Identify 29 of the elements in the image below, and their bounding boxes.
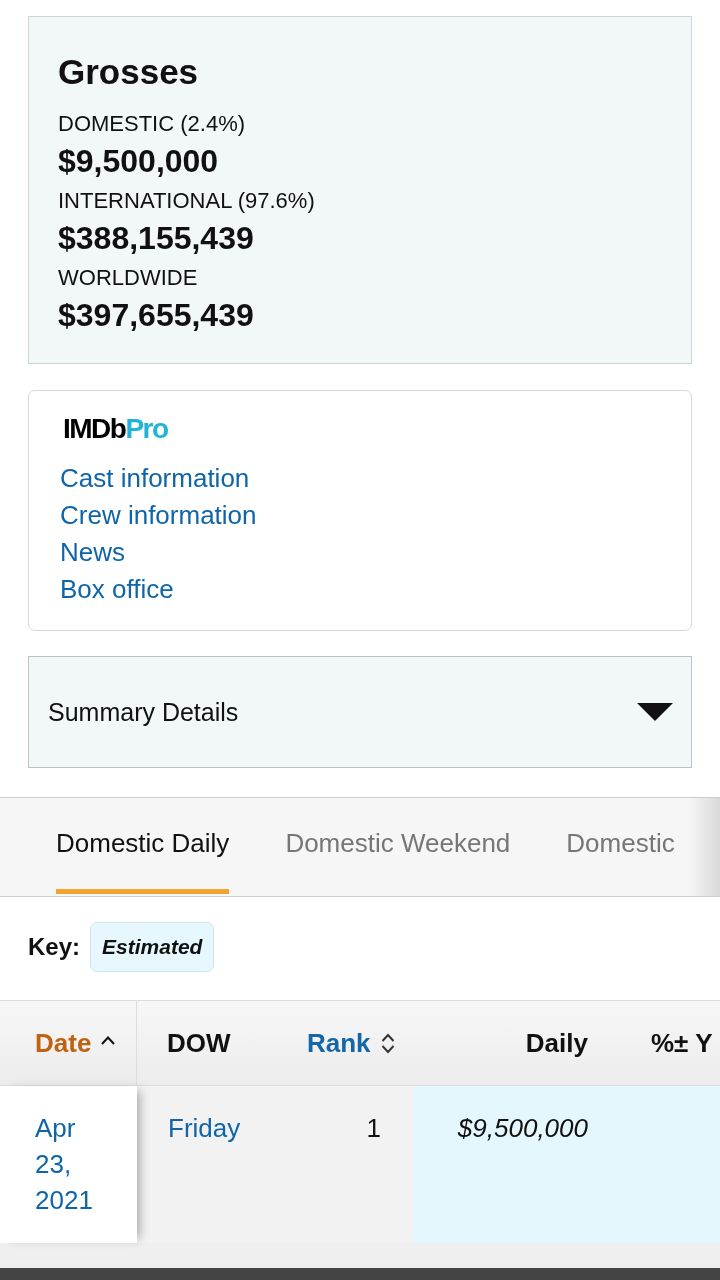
- column-header[interactable]: Rank: [307, 1027, 395, 1059]
- gross-amount: $388,155,439: [58, 219, 254, 258]
- gross-label: DOMESTIC (2.4%): [58, 110, 246, 138]
- card-title: Grosses: [58, 51, 199, 93]
- column-header: DOW: [167, 1027, 231, 1059]
- column-header[interactable]: Date: [35, 1027, 116, 1059]
- date-link[interactable]: Apr 23, 2021: [35, 1110, 102, 1218]
- table-cell: $9,500,000: [413, 1086, 620, 1243]
- logo: IMDbPro: [63, 414, 168, 444]
- caret-down-icon: [637, 703, 673, 721]
- estimated-badge: Estimated: [90, 922, 215, 972]
- chevron-up-icon: [101, 1035, 116, 1045]
- column-header: Daily: [525, 1027, 588, 1059]
- gross-label: INTERNATIONAL (97.6%): [58, 187, 315, 215]
- tab[interactable]: Domestic Weekend: [285, 798, 511, 894]
- gross-amount: $9,500,000: [58, 142, 219, 181]
- info-link[interactable]: Cast information: [60, 460, 250, 497]
- tab[interactable]: Domestic Daily: [56, 798, 230, 894]
- info-link[interactable]: News: [60, 534, 125, 571]
- column-header: %± Y: [651, 1027, 713, 1059]
- weekday-link[interactable]: Friday: [168, 1110, 241, 1146]
- gross-amount: $397,655,439: [58, 296, 254, 335]
- info-link[interactable]: Crew information: [60, 497, 257, 534]
- tab[interactable]: Domestic: [566, 798, 675, 894]
- gross-label: WORLDWIDE: [58, 264, 198, 292]
- sort-icon: [380, 1032, 395, 1054]
- key-label: Key:: [28, 933, 81, 961]
- summary-details-toggle[interactable]: Summary Details: [28, 656, 692, 768]
- info-link[interactable]: Box office: [60, 571, 174, 608]
